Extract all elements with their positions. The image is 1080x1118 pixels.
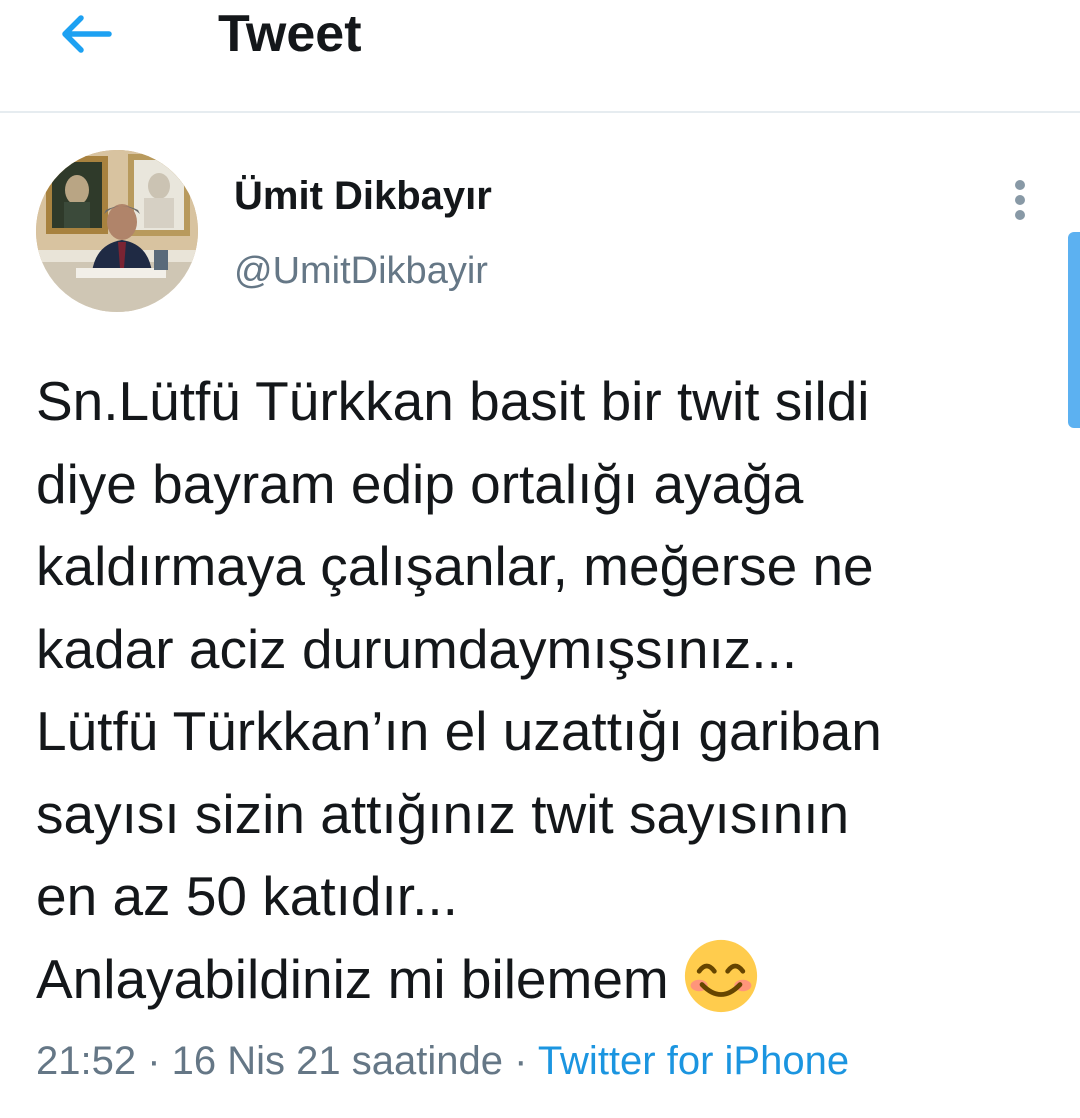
arrow-left-icon [62,15,112,53]
tweet-text-line: kadar aciz durumdaymışsınız... [36,617,798,680]
tweet-text-line: sayısı sizin attığınız twit sayısının [36,782,850,845]
author-handle[interactable]: @UmitDikbayir [234,248,488,294]
page-title: Tweet [218,5,362,63]
vertical-ellipsis-icon [1015,195,1025,205]
author-name[interactable]: Ümit Dikbayır [234,172,492,220]
back-button[interactable] [50,6,120,62]
tweet-text-line-content: Anlayabildiniz mi bilemem [36,947,669,1010]
avatar[interactable] [36,150,198,312]
tweet-date: 16 Nis 21 saatinde [171,1039,503,1083]
vertical-ellipsis-icon [1015,180,1025,190]
tweet-text-line: Lütfü Türkkan’ın el uzattığı gariban [36,700,882,762]
scrollbar[interactable] [1068,232,1080,428]
top-app-bar: Tweet [0,0,1080,113]
tweet-text-line: Sn.Lütfü Türkkan basit bir twit sildi [36,370,870,432]
profile-photo [36,150,198,312]
tweet-text-line: diye bayram edip ortalığı ayağa [36,452,804,515]
separator-dot: · [502,1039,538,1083]
tweet-source-link[interactable]: Twitter for iPhone [538,1039,849,1083]
more-options-button[interactable] [1000,176,1040,224]
tweet-text-line: kaldırmaya çalışanlar, meğerse ne [36,535,874,597]
separator-dot: · [136,1039,172,1083]
tweet-metadata: 21:52 · 16 Nis 21 saatinde · Twitter for… [36,1036,849,1086]
tweet-text-line: en az 50 katıdır... [36,865,458,927]
tweet-time: 21:52 [36,1039,137,1083]
tweet-text-line-last: Anlayabildiniz mi bilemem [36,938,1066,1021]
vertical-ellipsis-icon [1015,210,1025,220]
tweet-text: Sn.Lütfü Türkkan basit bir twit sildi di… [36,360,1066,1020]
smiling-face-emoji-icon [684,939,757,1012]
